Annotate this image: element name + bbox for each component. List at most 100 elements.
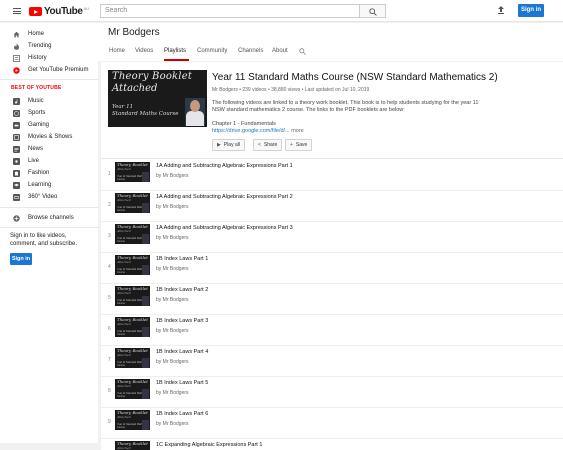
tab-playlists[interactable]: Playlists (164, 48, 186, 54)
playlist-video-row[interactable]: 9 Theory Booklet Attached Year 11 Standard … (101, 408, 563, 439)
video-title[interactable]: 1A Adding and Subtracting Algebraic Expr… (156, 194, 293, 200)
video-channel[interactable]: by Mr Bodgers (156, 421, 189, 427)
sidebar-item-label: Live (28, 158, 40, 164)
more-link[interactable]: more (291, 128, 304, 134)
sidebar-item-home[interactable]: Home (0, 28, 98, 40)
thumb-text-line2: Attached (117, 198, 131, 202)
video-title[interactable]: 1B Index Laws Part 3 (156, 318, 208, 324)
share-button[interactable]: < Share (253, 139, 283, 151)
sidebar-item-movies[interactable]: Movies & Shows (0, 131, 98, 143)
playlist-link-row: https://drive.google.com/file/d/... more (212, 128, 304, 134)
video-title[interactable]: 1C Expanding Algebraic Expressions Part … (156, 442, 262, 448)
gaming-icon (13, 121, 20, 129)
playlist-video-row[interactable]: 2 Theory Booklet Attached Year 11 Standard … (101, 191, 563, 222)
menu-icon[interactable] (13, 8, 21, 14)
video-thumbnail[interactable]: Theory BookletAttachedYear 11 Standard M… (115, 441, 150, 450)
video-thumbnail[interactable]: Theory BookletAttachedYear 11 Standard M… (115, 410, 150, 430)
playlist-video-row[interactable]: 10Theory BookletAttachedYear 11 Standard… (101, 439, 563, 450)
video-title[interactable]: 1B Index Laws Part 2 (156, 287, 208, 293)
share-icon: < (258, 142, 261, 148)
video-thumbnail[interactable]: Theory BookletAttachedYear 11 Standard M… (115, 162, 150, 182)
sidebar-item-sports[interactable]: Sports (0, 107, 98, 119)
sports-icon (13, 109, 20, 117)
video-title[interactable]: 1B Index Laws Part 6 (156, 411, 208, 417)
video-title[interactable]: 1B Index Laws Part 4 (156, 349, 208, 355)
presenter-photo (142, 265, 149, 275)
360-video-icon (13, 193, 20, 201)
playlist-video-row[interactable]: 8 Theory Booklet Attached Year 11 Standard … (101, 377, 563, 408)
video-channel[interactable]: by Mr Bodgers (156, 204, 189, 210)
video-index: 8 (108, 388, 111, 394)
playlist-video-row[interactable]: 3 Theory Booklet Attached Year 11 Standard … (101, 222, 563, 253)
video-channel[interactable]: by Mr Bodgers (156, 297, 189, 303)
video-thumbnail[interactable]: Theory BookletAttachedYear 11 Standard M… (115, 317, 150, 337)
learning-icon (13, 181, 20, 189)
play-all-button[interactable]: ▶ Play all (212, 139, 245, 151)
video-index: 1 (108, 171, 111, 177)
playlist-link[interactable]: https://drive.google.com/file/d/... (212, 128, 290, 134)
sidebar-item-history[interactable]: History (0, 52, 98, 64)
sidebar-item-label: Movies & Shows (28, 134, 73, 140)
tab-community[interactable]: Community (197, 48, 227, 54)
sidebar-section-title: BEST OF YOUTUBE (11, 85, 62, 91)
video-channel[interactable]: by Mr Bodgers (156, 328, 189, 334)
playlist-video-row[interactable]: 1 Theory Booklet Attached Year 11 Standard … (101, 160, 563, 191)
save-button[interactable]: + Save (285, 139, 313, 151)
sidebar-sign-in-button[interactable]: Sign in (10, 253, 32, 265)
tab-about[interactable]: About (272, 48, 288, 54)
video-channel[interactable]: by Mr Bodgers (156, 266, 189, 272)
video-channel[interactable]: by Mr Bodgers (156, 235, 189, 241)
sidebar-item-label: Trending (28, 43, 52, 49)
sidebar-item-learning[interactable]: Learning (0, 179, 98, 191)
channel-search-icon[interactable] (299, 48, 306, 55)
sign-in-button[interactable]: Sign in (518, 4, 544, 17)
channel-tabs: Home Videos Playlists Community Channels… (100, 44, 563, 61)
upload-icon[interactable] (496, 5, 506, 15)
search-input[interactable]: Search (100, 4, 360, 18)
add-circle-icon (13, 214, 20, 222)
live-icon (13, 157, 20, 165)
sidebar-item-label: Gaming (28, 122, 50, 128)
sidebar-item-news[interactable]: News (0, 143, 98, 155)
video-title[interactable]: 1B Index Laws Part 1 (156, 256, 208, 262)
playlist-video-row[interactable]: 6 Theory Booklet Attached Year 11 Standard … (101, 315, 563, 346)
playlist-thumbnail[interactable]: Theory Booklet Attached Year 11 Standard… (108, 70, 207, 127)
sidebar-item-fashion[interactable]: Fashion (0, 167, 98, 179)
sidebar-item-live[interactable]: Live (0, 155, 98, 167)
presenter-photo (142, 389, 149, 399)
video-thumbnail[interactable]: Theory BookletAttachedYear 11 Standard M… (115, 379, 150, 399)
video-title[interactable]: 1B Index Laws Part 5 (156, 380, 208, 386)
playlist-chapter: Chapter 1 - Fundamentals (212, 121, 276, 127)
video-channel[interactable]: by Mr Bodgers (156, 173, 189, 179)
sidebar-item-music[interactable]: Music (0, 95, 98, 107)
video-index: 2 (108, 202, 111, 208)
sidebar-item-gaming[interactable]: Gaming (0, 119, 98, 131)
video-thumbnail[interactable]: Theory BookletAttachedYear 11 Standard M… (115, 286, 150, 306)
tab-channels[interactable]: Channels (238, 48, 263, 54)
youtube-logo[interactable]: YouTube AU (29, 6, 89, 17)
video-thumbnail[interactable]: Theory BookletAttachedYear 11 Standard M… (115, 224, 150, 244)
playlist-video-row[interactable]: 4 Theory Booklet Attached Year 11 Standard … (101, 253, 563, 284)
sidebar-item-360-video[interactable]: 360° Video (0, 191, 98, 203)
video-channel[interactable]: by Mr Bodgers (156, 390, 189, 396)
video-thumbnail[interactable]: Theory BookletAttachedYear 11 Standard M… (115, 255, 150, 275)
video-thumbnail[interactable]: Theory BookletAttachedYear 11 Standard M… (115, 348, 150, 368)
presenter-photo (142, 358, 149, 368)
tab-home[interactable]: Home (109, 48, 125, 54)
sidebar-item-trending[interactable]: Trending (0, 40, 98, 52)
video-channel[interactable]: by Mr Bodgers (156, 359, 189, 365)
play-all-label: Play all (223, 142, 240, 148)
video-title[interactable]: 1A Adding and Subtracting Algebraic Expr… (156, 163, 293, 169)
music-icon (13, 97, 20, 105)
sidebar-item-premium[interactable]: Get YouTube Premium (0, 64, 98, 76)
tab-videos[interactable]: Videos (135, 48, 153, 54)
playlist-video-row[interactable]: 5 Theory Booklet Attached Year 11 Standard … (101, 284, 563, 315)
search-button[interactable] (360, 4, 386, 18)
add-icon: + (290, 142, 293, 148)
sidebar-item-label: Fashion (28, 170, 50, 176)
video-index: 4 (108, 264, 111, 270)
playlist-video-row[interactable]: 7 Theory Booklet Attached Year 11 Standard … (101, 346, 563, 377)
video-thumbnail[interactable]: Theory BookletAttachedYear 11 Standard M… (115, 193, 150, 213)
sidebar-item-browse-channels[interactable]: Browse channels (0, 212, 98, 224)
video-title[interactable]: 1A Adding and Subtracting Algebraic Expr… (156, 225, 293, 231)
